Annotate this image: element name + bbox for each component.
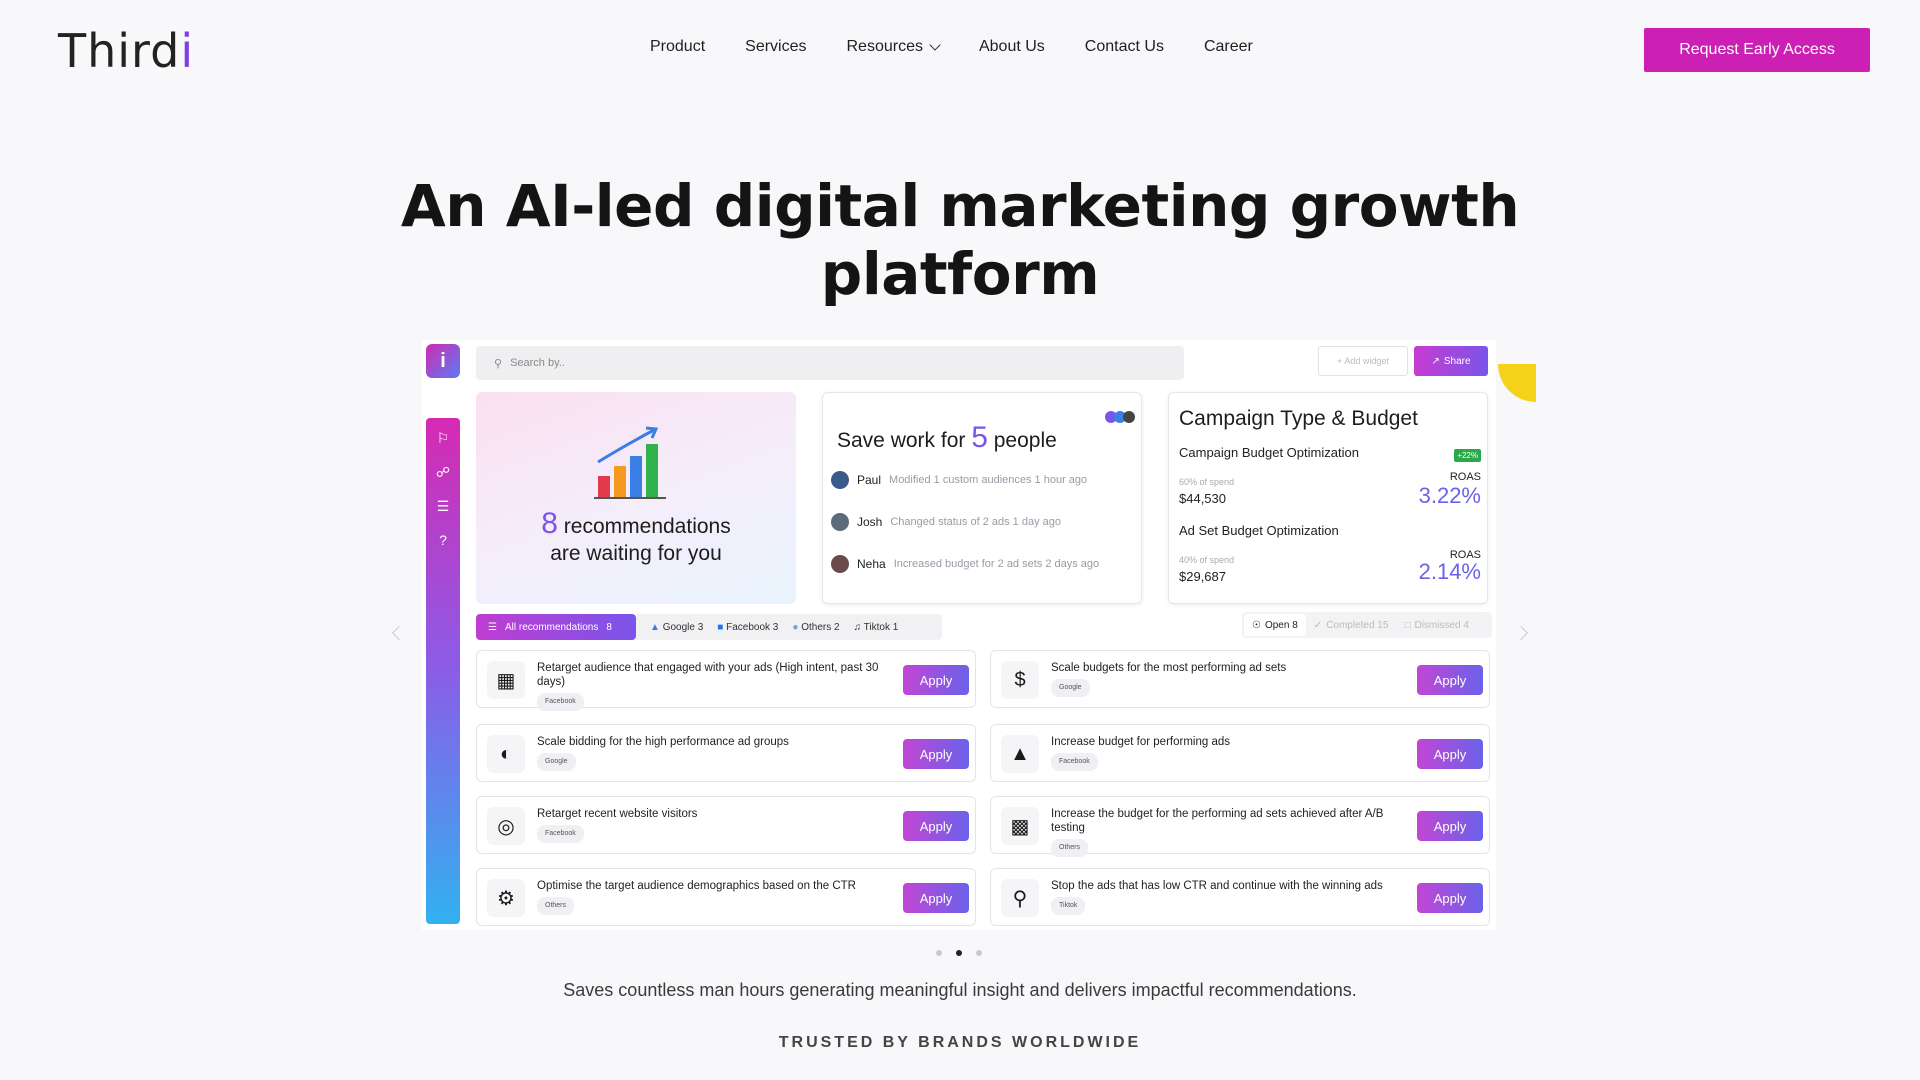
tab-dismissed[interactable]: □ Dismissed 4 bbox=[1396, 614, 1477, 636]
apply-button[interactable]: Apply bbox=[903, 883, 969, 913]
check-circle-icon: ✓ bbox=[1313, 619, 1323, 631]
recommendation-item: $ Scale budgets for the most performing … bbox=[990, 650, 1490, 708]
tab-others[interactable]: ● Others 2 bbox=[792, 622, 839, 633]
platform-tag: Facebook bbox=[537, 693, 584, 711]
recommendation-item: ▩ Increase the budget for the performing… bbox=[990, 796, 1490, 857]
search-icon: ⚲ bbox=[494, 357, 503, 370]
apply-button[interactable]: Apply bbox=[1417, 739, 1483, 769]
add-widget-button[interactable]: + Add widget bbox=[1318, 346, 1408, 376]
growth-badge: +22% bbox=[1454, 449, 1481, 462]
platform-tag: Google bbox=[537, 753, 576, 771]
activity-item: Paul Modified 1 custom audiences 1 hour a… bbox=[831, 471, 1087, 489]
main-nav: Product Services Resources About Us Cont… bbox=[650, 38, 1293, 56]
recommendation-count: 8 bbox=[541, 507, 558, 540]
roas-value: 3.22% bbox=[1418, 483, 1481, 508]
google-ads-icon: ▲ bbox=[650, 621, 660, 633]
team-avatars bbox=[1105, 411, 1135, 423]
nav-services[interactable]: Services bbox=[745, 38, 806, 56]
dashboard-screenshot: i ⚐ ☍ ☰ ? ⚲ Search by.. + Add widget ↗ Sha… bbox=[422, 340, 1496, 930]
apply-button[interactable]: Apply bbox=[903, 811, 969, 841]
apply-button[interactable]: Apply bbox=[1417, 883, 1483, 913]
gears-icon: ⚙ bbox=[487, 879, 525, 917]
help-icon[interactable]: ? bbox=[435, 532, 451, 548]
avatar bbox=[831, 513, 849, 531]
bell-icon[interactable]: ⚐ bbox=[435, 430, 451, 446]
recommendation-item: ◐ Scale bidding for the high performance… bbox=[476, 724, 976, 782]
request-early-access-button[interactable]: Request Early Access bbox=[1644, 28, 1870, 72]
magnifier-icon: ⚲ bbox=[1001, 879, 1039, 917]
carousel-dots bbox=[936, 950, 982, 956]
avatar bbox=[831, 471, 849, 489]
tab-facebook[interactable]: ■ Facebook 3 bbox=[717, 622, 778, 633]
gauge-icon: ◐ bbox=[487, 735, 525, 773]
platform-tag: Facebook bbox=[537, 825, 584, 843]
nav-resources[interactable]: Resources bbox=[847, 38, 941, 56]
share-icon[interactable]: ☍ bbox=[435, 464, 451, 480]
recommendation-item: ⚙ Optimise the target audience demograph… bbox=[476, 868, 976, 926]
carousel-prev-arrow[interactable] bbox=[391, 625, 407, 641]
dashboard-sidebar: ⚐ ☍ ☰ ? bbox=[426, 418, 460, 924]
platform-tag: Others bbox=[1051, 839, 1089, 857]
platform-filter-tabs: ▲ Google 3 ■ Facebook 3 ● Others 2 ♫ Tik… bbox=[636, 614, 942, 640]
nav-contact-us[interactable]: Contact Us bbox=[1085, 38, 1164, 56]
save-work-title: Save work for 5 people bbox=[837, 421, 1057, 454]
share-icon: ↗ bbox=[1431, 355, 1440, 367]
site-header: Thirdi Product Services Resources About … bbox=[0, 0, 1920, 100]
trash-icon: □ bbox=[1404, 619, 1411, 631]
nav-product[interactable]: Product bbox=[650, 38, 705, 56]
carousel-next-arrow[interactable] bbox=[1513, 625, 1529, 641]
carousel-dot[interactable] bbox=[976, 950, 982, 956]
thirdi-logo[interactable]: Thirdi bbox=[58, 24, 194, 78]
apply-button[interactable]: Apply bbox=[903, 665, 969, 695]
tab-open[interactable]: ☉ Open 8 bbox=[1244, 614, 1306, 636]
trusted-by-heading: TRUSTED BY BRANDS WORLDWIDE bbox=[778, 1034, 1142, 1051]
browser-icon: ▦ bbox=[487, 661, 525, 699]
apply-button[interactable]: Apply bbox=[1417, 665, 1483, 695]
apply-button[interactable]: Apply bbox=[1417, 811, 1483, 841]
others-icon: ● bbox=[792, 621, 799, 633]
chevron-down-icon bbox=[929, 39, 941, 51]
tab-completed[interactable]: ✓ Completed 15 bbox=[1306, 614, 1397, 636]
decorative-shape bbox=[1498, 364, 1536, 402]
platform-tag: Tiktok bbox=[1051, 897, 1086, 915]
campaign-budget-card[interactable]: Campaign Type & Budget +22% Campaign Bud… bbox=[1168, 392, 1488, 604]
nav-career[interactable]: Career bbox=[1204, 38, 1253, 56]
tab-all-recommendations[interactable]: ☰ All recommendations 8 bbox=[476, 614, 636, 640]
growth-chart-icon: ▲ bbox=[1001, 735, 1039, 773]
tiktok-icon: ♫ bbox=[853, 621, 862, 633]
platform-tag: Facebook bbox=[1051, 753, 1098, 771]
dashboard-search-input[interactable]: ⚲ Search by.. bbox=[476, 346, 1184, 380]
save-work-card[interactable]: Save work for 5 people Paul Modified 1 cu… bbox=[822, 392, 1142, 604]
bulb-icon: ☉ bbox=[1252, 619, 1261, 631]
nav-about-us[interactable]: About Us bbox=[979, 38, 1045, 56]
roas-value: 2.14% bbox=[1418, 559, 1481, 584]
target-user-icon: ◎ bbox=[487, 807, 525, 845]
tab-google[interactable]: ▲ Google 3 bbox=[650, 622, 703, 633]
platform-tag: Others bbox=[537, 897, 575, 915]
platform-tag: Google bbox=[1051, 679, 1090, 697]
carousel-dot[interactable] bbox=[936, 950, 942, 956]
recommendation-item: ◎ Retarget recent website visitors Facebo… bbox=[476, 796, 976, 854]
recommendations-card[interactable]: 8 recommendations are waiting for you bbox=[476, 392, 796, 604]
sliders-icon[interactable]: ☰ bbox=[435, 498, 451, 514]
apply-button[interactable]: Apply bbox=[903, 739, 969, 769]
share-button[interactable]: ↗ Share bbox=[1414, 346, 1488, 376]
status-filter-tabs: ☉ Open 8 ✓ Completed 15 □ Dismissed 4 bbox=[1242, 612, 1492, 638]
money-stack-icon: $ bbox=[1001, 661, 1039, 699]
recommendation-item: ▦ Retarget audience that engaged with yo… bbox=[476, 650, 976, 711]
activity-item: Neha Increased budget for 2 ad sets 2 day… bbox=[831, 555, 1099, 573]
recommendation-item: ⚲ Stop the ads that has low CTR and cont… bbox=[990, 868, 1490, 926]
activity-item: Josh Changed status of 2 ads 1 day ago bbox=[831, 513, 1061, 531]
recommendation-item: ▲ Increase budget for performing ads Face… bbox=[990, 724, 1490, 782]
layers-icon: ☰ bbox=[488, 621, 497, 633]
carousel-dot-active[interactable] bbox=[956, 950, 962, 956]
bar-growth-icon bbox=[594, 426, 666, 499]
ab-test-icon: ▩ bbox=[1001, 807, 1039, 845]
hero-tagline: Saves countless man hours generating mea… bbox=[563, 980, 1357, 1000]
avatar bbox=[831, 555, 849, 573]
app-logo: i bbox=[426, 344, 460, 378]
tab-tiktok[interactable]: ♫ Tiktok 1 bbox=[854, 622, 899, 633]
facebook-icon: ■ bbox=[717, 621, 724, 633]
hero-title: An AI-led digital marketing growth platf… bbox=[400, 172, 1520, 308]
